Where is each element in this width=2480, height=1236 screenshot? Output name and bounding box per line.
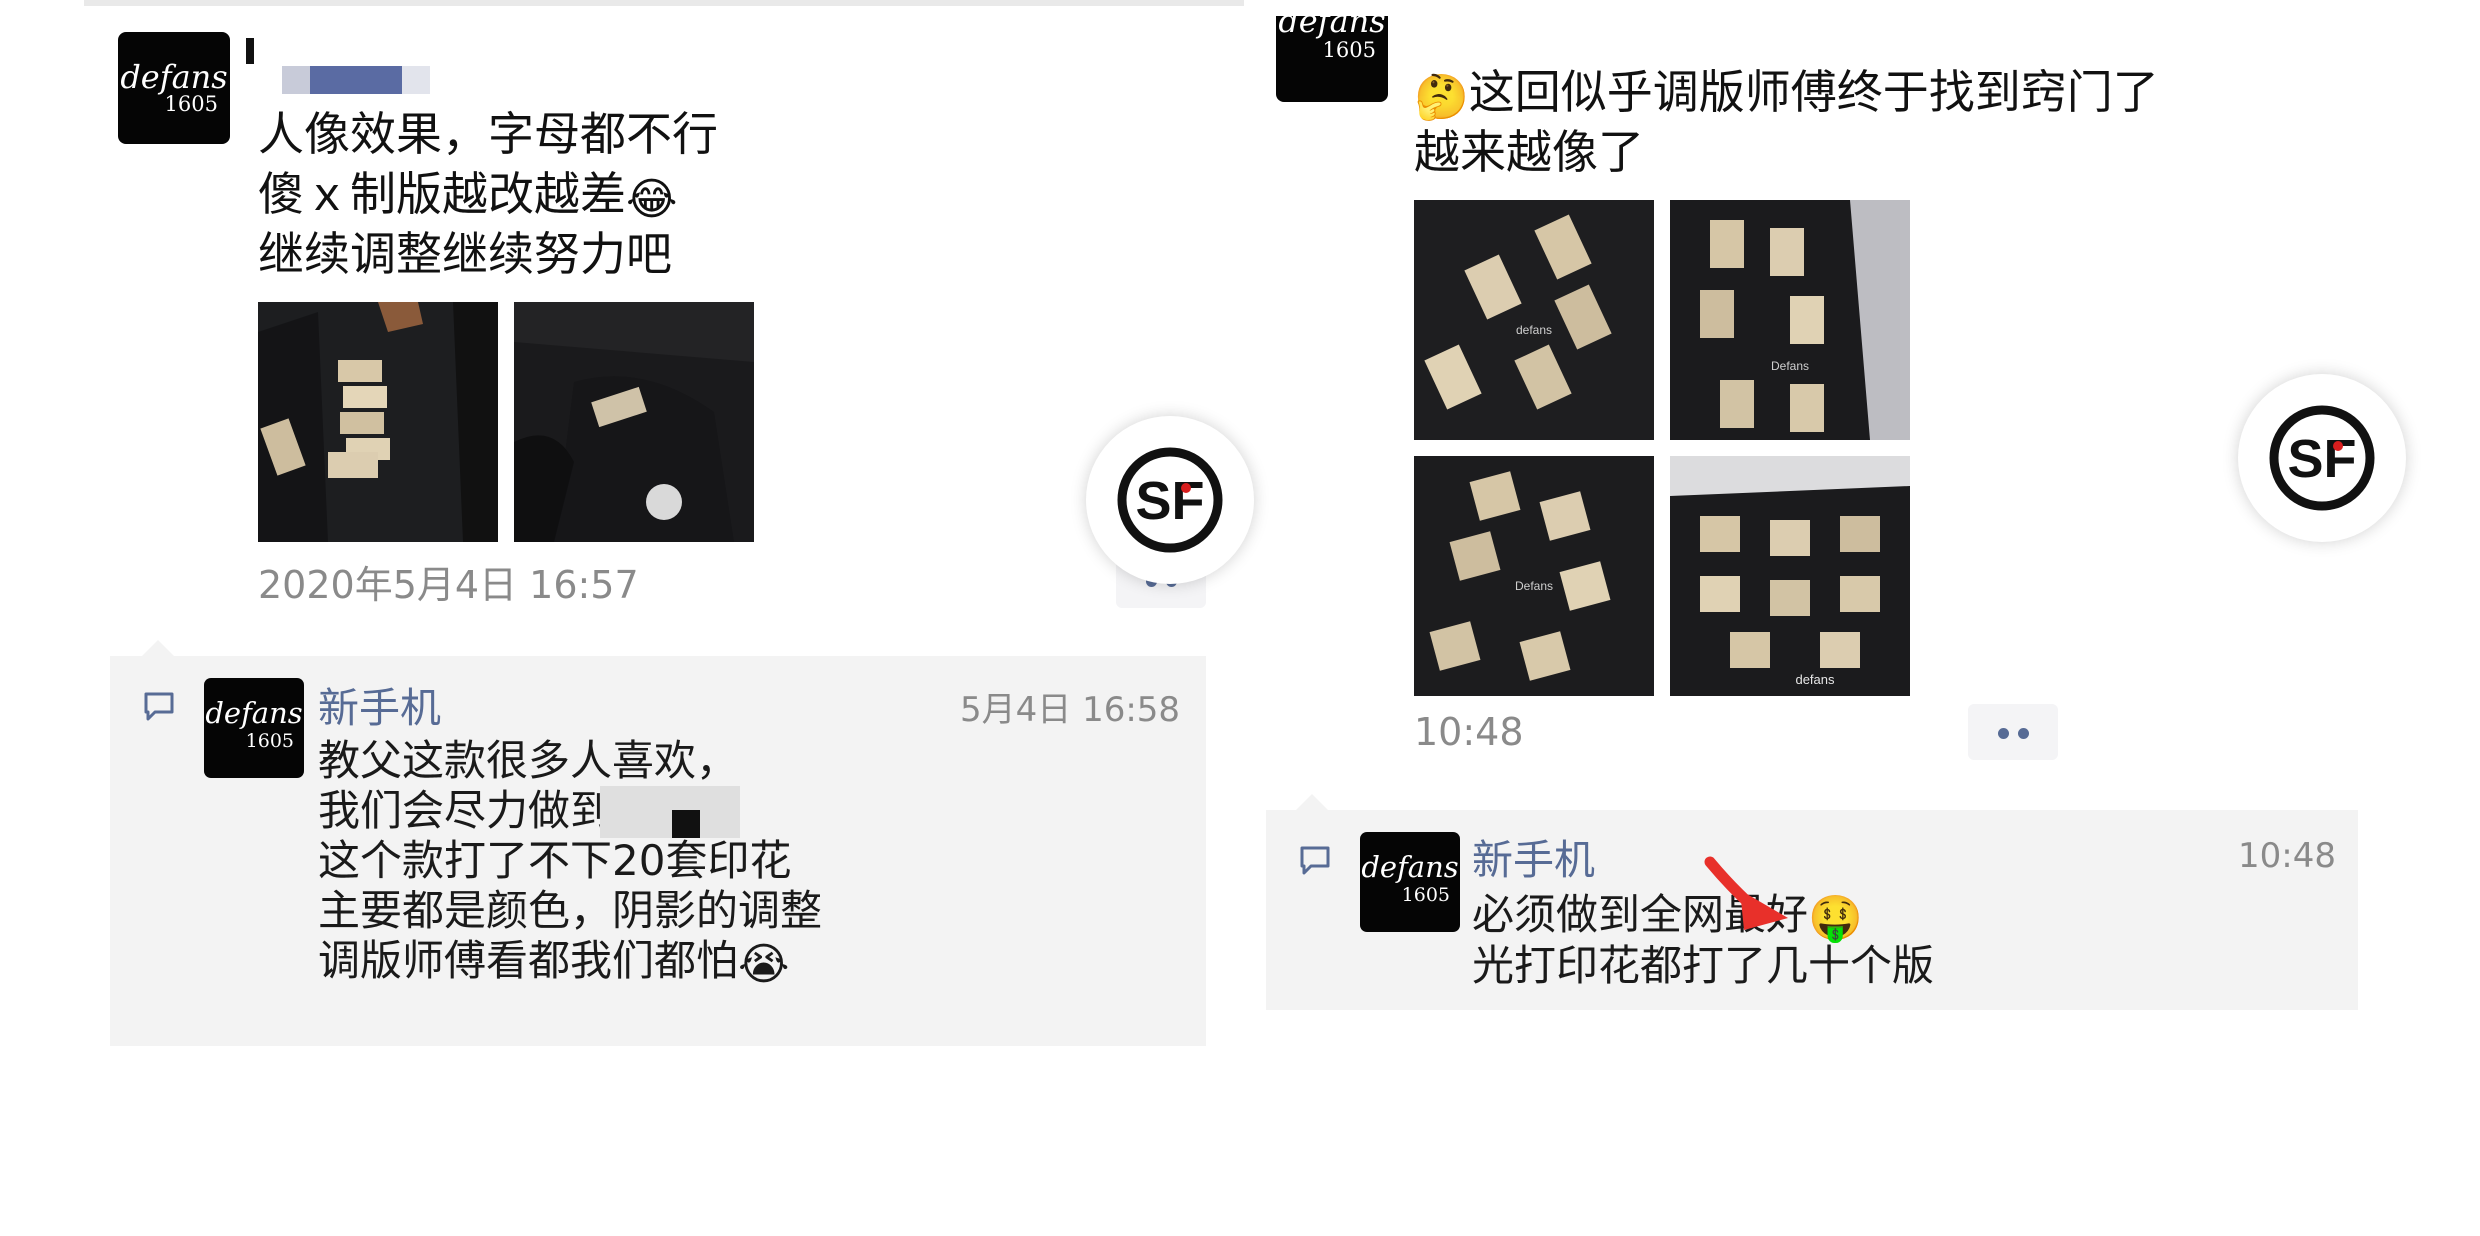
post-image[interactable]: Defans <box>1414 456 1654 696</box>
redacted-mark <box>672 810 700 838</box>
svg-text:SF: SF <box>2287 429 2356 489</box>
comment-icon[interactable] <box>142 690 176 728</box>
comment-pointer <box>1296 794 1328 810</box>
post-image[interactable]: defans <box>1414 200 1654 440</box>
sf-express-icon[interactable]: SF <box>2238 374 2406 542</box>
comment-time: 10:48 <box>2238 836 2336 876</box>
avatar[interactable]: defans 1605 <box>118 32 230 144</box>
comment-author[interactable]: 新手机 <box>318 674 441 734</box>
post-timestamp: 10:48 <box>1414 710 1524 754</box>
more-options-icon[interactable] <box>1968 704 2058 760</box>
post-line: 越来越像了 <box>1414 125 1644 179</box>
username-redacted[interactable] <box>282 66 432 94</box>
post-line: 这回似乎调版师傅终于找到窍门了 <box>1468 65 2159 119</box>
commenter-avatar[interactable]: defans 1605 <box>204 678 304 778</box>
post-timestamp: 2020年5月4日 16:57 <box>258 563 639 607</box>
svg-text:SF: SF <box>1135 471 1204 531</box>
svg-text:defans: defans <box>1516 323 1552 337</box>
post-text: 🤔这回似乎调版师傅终于找到窍门了越来越像了 <box>1414 62 2159 182</box>
comment-pointer <box>142 640 174 656</box>
svg-text:Defans: Defans <box>1771 359 1809 373</box>
comment-icon[interactable] <box>1298 844 1332 882</box>
avatar[interactable]: defans 1605 <box>1276 16 1388 102</box>
thinking-emoji: 🤔 <box>1414 72 1469 123</box>
top-divider <box>84 0 1244 6</box>
post-line: 傻ｘ制版越改越差 <box>258 167 626 221</box>
post-line: 人像效果，字母都不行 <box>258 107 718 161</box>
comment-author[interactable]: 新手机 <box>1472 826 1595 886</box>
svg-text:Defans: Defans <box>1515 579 1553 593</box>
post-image[interactable]: defans <box>1670 456 1910 696</box>
commenter-avatar[interactable]: defans 1605 <box>1360 832 1460 932</box>
money-face-emoji: 🤑 <box>1808 893 1863 944</box>
post-image[interactable] <box>514 302 754 542</box>
redacted-text <box>600 786 740 838</box>
svg-text:defans: defans <box>1795 672 1835 687</box>
comment-text: 教父这款很多人喜欢， 我们会尽力做到 这个款打了不下20套印花 主要都是颜色，阴影的调… <box>318 736 823 990</box>
laughing-emoji: 😂 <box>626 174 678 225</box>
username-fragment <box>246 38 254 64</box>
red-arrow-annotation <box>1704 856 1788 930</box>
comment-time: 5月4日 16:58 <box>960 690 1181 730</box>
post-image[interactable] <box>258 302 498 542</box>
sf-express-icon[interactable]: SF <box>1086 416 1254 584</box>
post-text: 人像效果，字母都不行 傻ｘ制版越改越差😂 继续调整继续努力吧 <box>258 104 718 284</box>
post-line: 继续调整继续努力吧 <box>258 227 672 281</box>
crying-emoji: 😭 <box>738 939 790 990</box>
post-image[interactable]: Defans <box>1670 200 1910 440</box>
